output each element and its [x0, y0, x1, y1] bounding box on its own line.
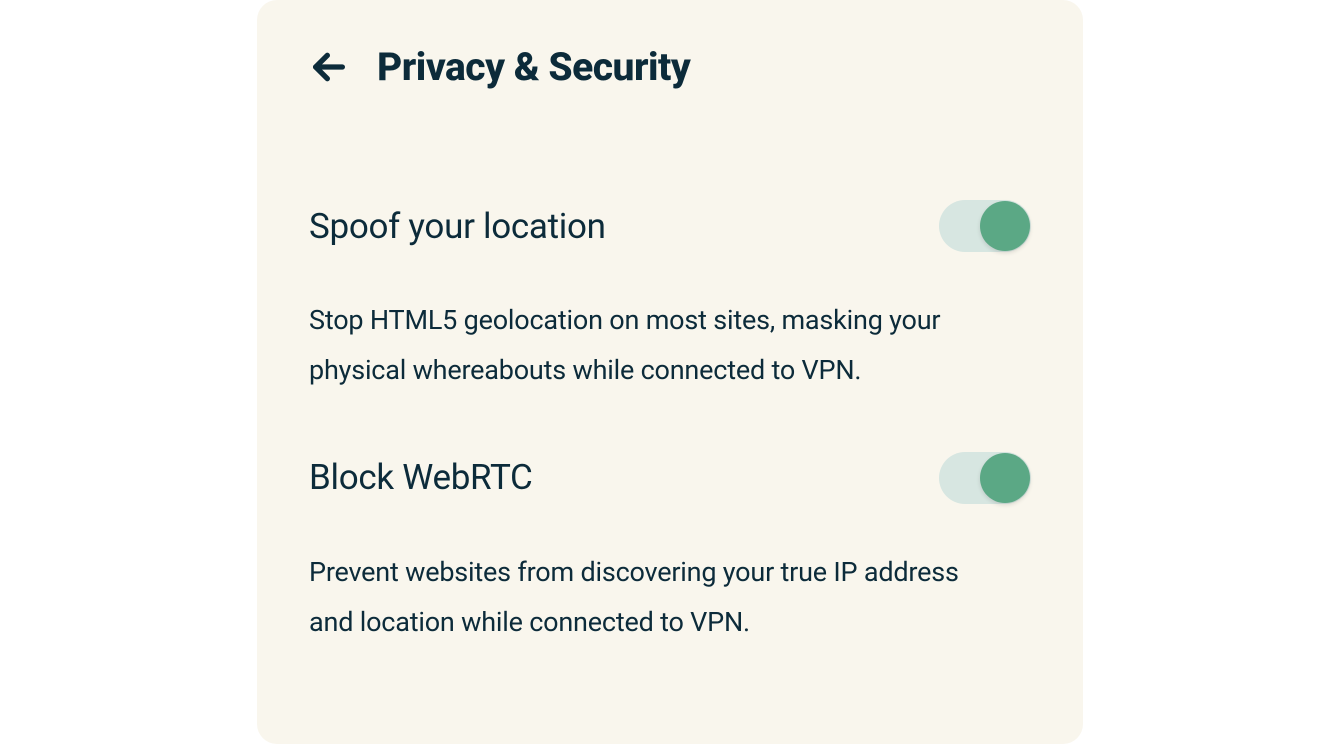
toggle-block-webrtc[interactable]	[939, 452, 1031, 504]
toggle-knob	[980, 453, 1030, 503]
setting-title: Spoof your location	[309, 206, 606, 247]
setting-spoof-location: Spoof your location Stop HTML5 geolocati…	[309, 200, 1031, 396]
setting-description: Stop HTML5 geolocation on most sites, ma…	[309, 296, 1009, 396]
panel-header: Privacy & Security	[309, 44, 1031, 90]
toggle-spoof-location[interactable]	[939, 200, 1031, 252]
toggle-knob	[980, 201, 1030, 251]
setting-row: Block WebRTC	[309, 452, 1031, 504]
setting-description: Prevent websites from discovering your t…	[309, 548, 1009, 648]
setting-block-webrtc: Block WebRTC Prevent websites from disco…	[309, 452, 1031, 648]
page-title: Privacy & Security	[377, 44, 690, 90]
arrow-left-icon	[309, 47, 349, 87]
setting-row: Spoof your location	[309, 200, 1031, 252]
back-button[interactable]	[309, 47, 349, 87]
privacy-security-panel: Privacy & Security Spoof your location S…	[257, 0, 1083, 744]
setting-title: Block WebRTC	[309, 457, 533, 498]
